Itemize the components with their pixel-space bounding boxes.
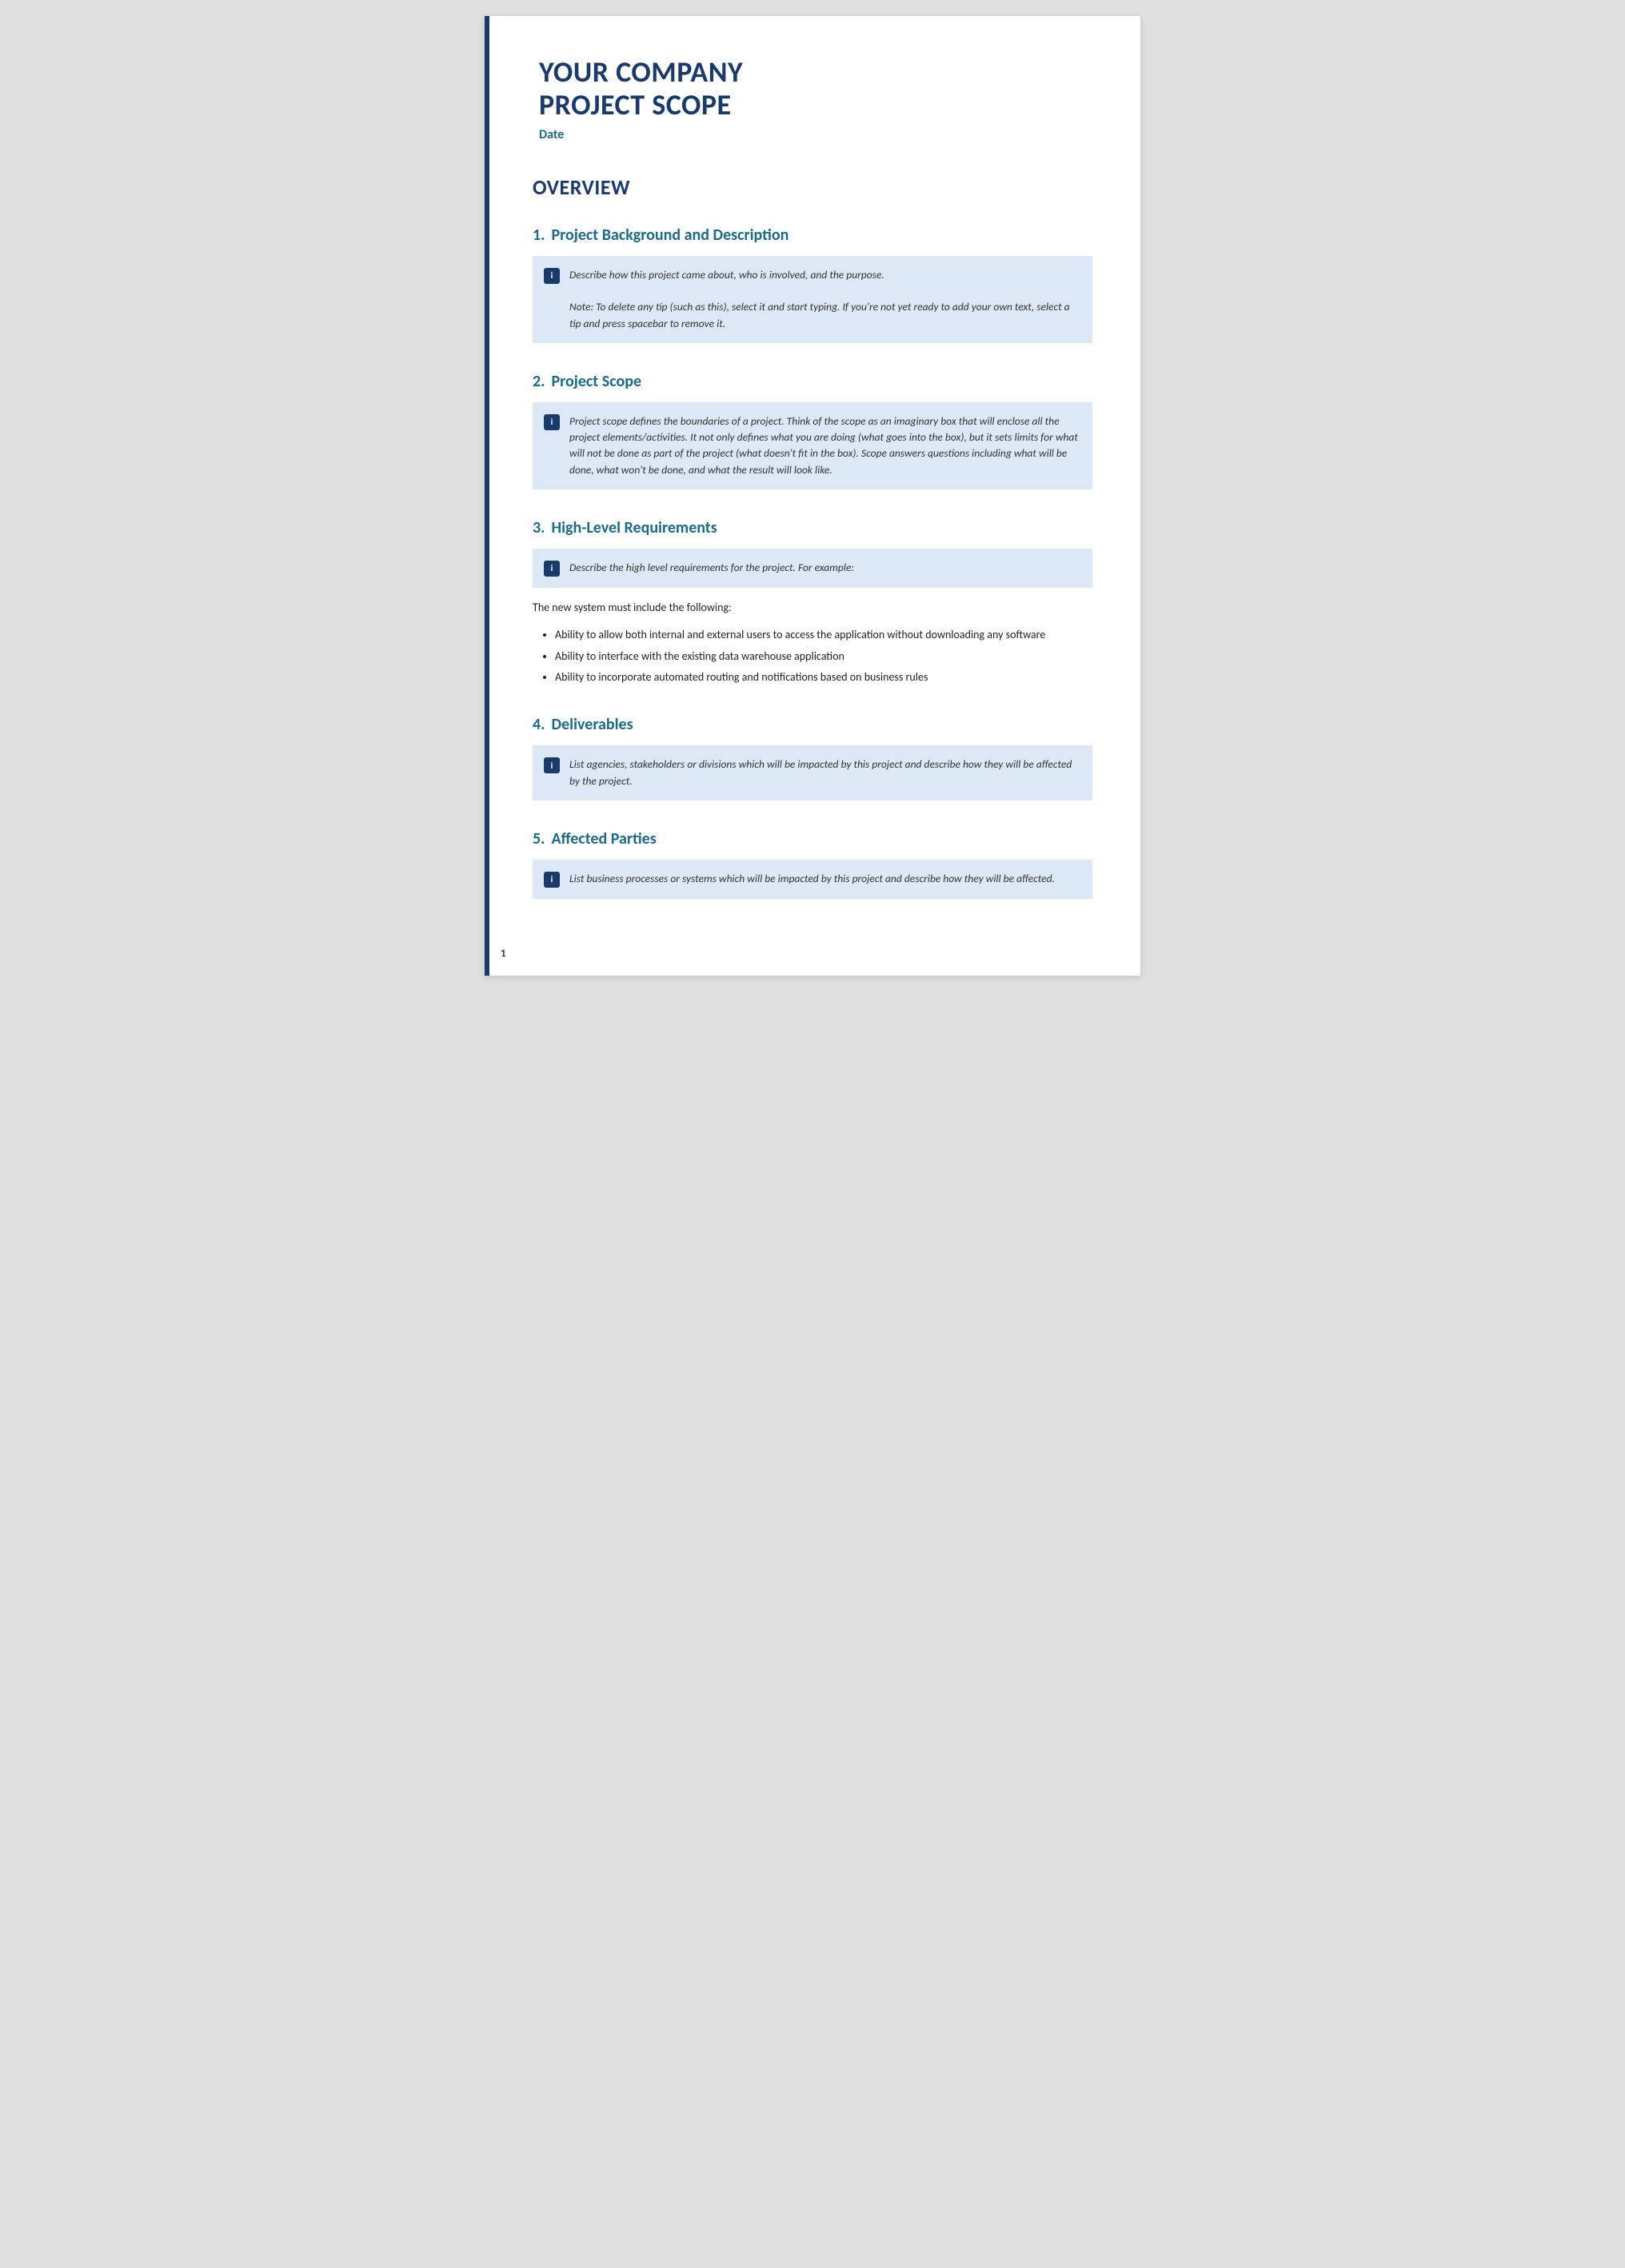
section-1-info-text: Describe how this project came about, wh… <box>569 267 1078 332</box>
document-header: YOUR COMPANY PROJECT SCOPE Date <box>533 56 1092 142</box>
page-container: YOUR COMPANY PROJECT SCOPE Date OVERVIEW… <box>485 16 1140 976</box>
overview-section: OVERVIEW <box>533 174 1092 200</box>
section-4-number: 4. <box>533 715 545 734</box>
info-icon-5: i <box>544 872 560 888</box>
section-project-scope: 2. Project Scope i Project scope defines … <box>533 372 1092 489</box>
section-2-title: Project Scope <box>551 372 641 391</box>
company-title-line2: PROJECT SCOPE <box>539 87 732 122</box>
section-1-title: Project Background and Description <box>551 226 789 245</box>
section-4-info-text: List agencies, stakeholders or divisions… <box>569 757 1078 789</box>
section-3-bullet-list: Ability to allow both internal and exter… <box>555 626 1092 686</box>
info-icon-3: i <box>544 561 560 577</box>
section-4-info-box: i List agencies, stakeholders or divisio… <box>533 745 1092 801</box>
section-affected-parties: 5. Affected Parties i List business proce… <box>533 829 1092 899</box>
info-icon-4: i <box>544 757 560 773</box>
section-4-title: Deliverables <box>551 715 633 734</box>
section-5-info-box: i List business processes or systems whi… <box>533 860 1092 899</box>
overview-heading: OVERVIEW <box>533 174 1092 200</box>
date-label: Date <box>539 127 1092 142</box>
section-deliverables: 4. Deliverables i List agencies, stakehol… <box>533 715 1092 801</box>
section-project-background: 1. Project Background and Description i D… <box>533 226 1092 343</box>
company-title: YOUR COMPANY PROJECT SCOPE <box>539 56 1092 122</box>
section-high-level-requirements: 3. High-Level Requirements i Describe the… <box>533 518 1092 687</box>
section-3-number: 3. <box>533 518 545 537</box>
section-3-info-box: i Describe the high level requirements f… <box>533 549 1092 588</box>
section-5-info-text: List business processes or systems which… <box>569 871 1055 887</box>
info-icon-2: i <box>544 414 560 430</box>
section-1-number: 1. <box>533 226 545 245</box>
info-icon-1: i <box>544 268 560 284</box>
section-1-heading: 1. Project Background and Description <box>533 226 1092 245</box>
section-2-number: 2. <box>533 372 545 391</box>
section-2-heading: 2. Project Scope <box>533 372 1092 391</box>
page-number: 1 <box>501 948 506 960</box>
list-item: Ability to allow both internal and exter… <box>555 626 1092 644</box>
left-border-decoration <box>485 16 489 976</box>
list-item: Ability to interface with the existing d… <box>555 648 1092 665</box>
section-2-info-text: Project scope defines the boundaries of … <box>569 413 1078 478</box>
section-3-info-text: Describe the high level requirements for… <box>569 560 854 576</box>
section-4-heading: 4. Deliverables <box>533 715 1092 734</box>
section-3-body-text: The new system must include the followin… <box>533 599 1092 617</box>
section-5-heading: 5. Affected Parties <box>533 829 1092 849</box>
list-item: Ability to incorporate automated routing… <box>555 669 1092 686</box>
section-3-heading: 3. High-Level Requirements <box>533 518 1092 537</box>
section-3-title: High-Level Requirements <box>551 518 717 537</box>
section-5-title: Affected Parties <box>551 829 656 849</box>
section-2-info-box: i Project scope defines the boundaries o… <box>533 402 1092 489</box>
section-1-info-box: i Describe how this project came about, … <box>533 256 1092 343</box>
section-5-number: 5. <box>533 829 545 849</box>
company-title-line1: YOUR COMPANY <box>539 54 743 90</box>
